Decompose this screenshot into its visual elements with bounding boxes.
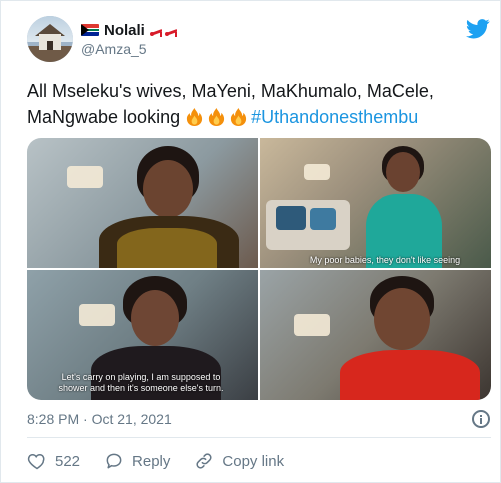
reply-icon bbox=[106, 453, 122, 469]
link-icon bbox=[196, 453, 212, 469]
likes-count: 522 bbox=[55, 452, 81, 470]
copy-link-label: Copy link bbox=[222, 452, 285, 470]
like-button[interactable]: 522 bbox=[27, 450, 80, 472]
reply-button[interactable]: Reply bbox=[104, 450, 170, 472]
media-grid: My poor babies, they don't like seeing L… bbox=[27, 138, 491, 400]
high-heel-shoes-icon bbox=[149, 24, 178, 37]
media-image-1[interactable] bbox=[27, 138, 258, 268]
author-name-row[interactable]: Nolali bbox=[81, 20, 178, 40]
avatar[interactable] bbox=[27, 16, 73, 62]
fire-icon bbox=[185, 107, 251, 127]
tweet-timestamp[interactable]: 8:28 PM · Oct 21, 2021 bbox=[27, 411, 172, 427]
media-image-2[interactable]: My poor babies, they don't like seeing bbox=[260, 138, 491, 268]
copy-link-button[interactable]: Copy link bbox=[194, 450, 284, 472]
divider bbox=[27, 437, 491, 438]
tweet-card: Nolali @Amza_5 All Mseleku's wives, MaYe… bbox=[0, 0, 501, 483]
media-image-4[interactable] bbox=[260, 270, 491, 400]
media-caption-3: Let's carry on playing, I am supposed to… bbox=[58, 372, 224, 393]
media-caption-2: My poor babies, they don't like seeing bbox=[309, 255, 461, 265]
media-image-3[interactable]: Let's carry on playing, I am supposed to… bbox=[27, 270, 258, 400]
south-africa-flag-icon bbox=[81, 24, 99, 36]
info-icon[interactable] bbox=[472, 410, 490, 428]
tweet-text: All Mseleku's wives, MaYeni, MaKhumalo, … bbox=[27, 78, 487, 130]
author-display-name[interactable]: Nolali bbox=[104, 22, 145, 39]
action-bar: 522 Reply Copy link bbox=[27, 450, 308, 472]
hashtag-link[interactable]: #Uthandonesthembu bbox=[251, 107, 418, 127]
heart-icon bbox=[27, 453, 45, 470]
reply-label: Reply bbox=[132, 452, 171, 470]
author-handle[interactable]: @Amza_5 bbox=[81, 41, 147, 57]
twitter-logo-icon[interactable] bbox=[466, 19, 490, 39]
